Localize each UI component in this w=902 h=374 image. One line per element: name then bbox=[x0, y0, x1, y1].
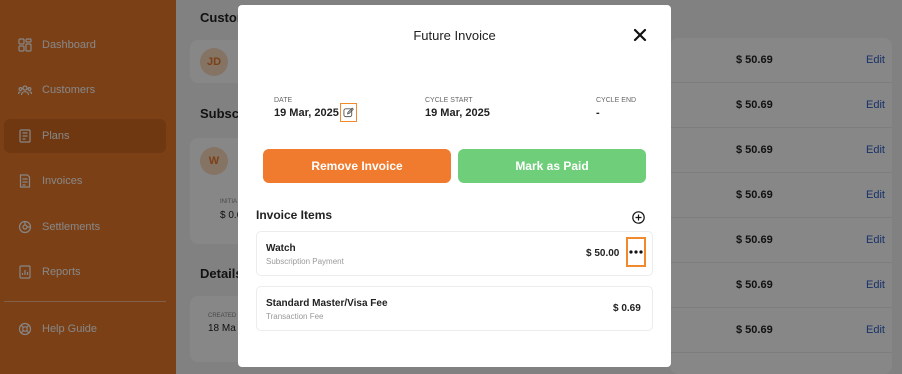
date-label: DATE bbox=[274, 97, 293, 104]
cycle-start-value: 19 Mar, 2025 bbox=[425, 107, 490, 119]
mark-as-paid-button[interactable]: Mark as Paid bbox=[458, 149, 646, 183]
item-subtitle: Transaction Fee bbox=[266, 312, 324, 321]
cycle-end-label: CYCLE END bbox=[596, 97, 637, 104]
remove-invoice-button[interactable]: Remove Invoice bbox=[263, 149, 451, 183]
item-price: $ 0.69 bbox=[613, 303, 641, 314]
item-subtitle: Subscription Payment bbox=[266, 257, 344, 266]
item-name: Standard Master/Visa Fee bbox=[266, 298, 388, 309]
edit-date-button[interactable] bbox=[340, 103, 357, 122]
modal-title: Future Invoice bbox=[413, 28, 496, 43]
date-value: 19 Mar, 2025 bbox=[274, 107, 339, 119]
item-more-button[interactable] bbox=[626, 237, 646, 267]
invoice-item: Watch Subscription Payment $ 50.00 bbox=[256, 231, 653, 276]
close-icon bbox=[633, 28, 647, 42]
close-button[interactable] bbox=[632, 27, 648, 43]
item-price: $ 50.00 bbox=[586, 248, 620, 259]
add-item-button[interactable] bbox=[632, 211, 645, 224]
cycle-start-label: CYCLE START bbox=[425, 97, 473, 104]
more-icon bbox=[629, 250, 643, 254]
edit-icon bbox=[343, 107, 354, 118]
cycle-end-value: - bbox=[596, 107, 600, 119]
future-invoice-modal: Future Invoice DATE 19 Mar, 2025 CYCLE S… bbox=[238, 5, 671, 367]
invoice-item: Standard Master/Visa Fee Transaction Fee… bbox=[256, 286, 653, 331]
item-name: Watch bbox=[266, 243, 296, 254]
invoice-items-title: Invoice Items bbox=[256, 208, 333, 222]
plus-circle-icon bbox=[632, 211, 645, 224]
